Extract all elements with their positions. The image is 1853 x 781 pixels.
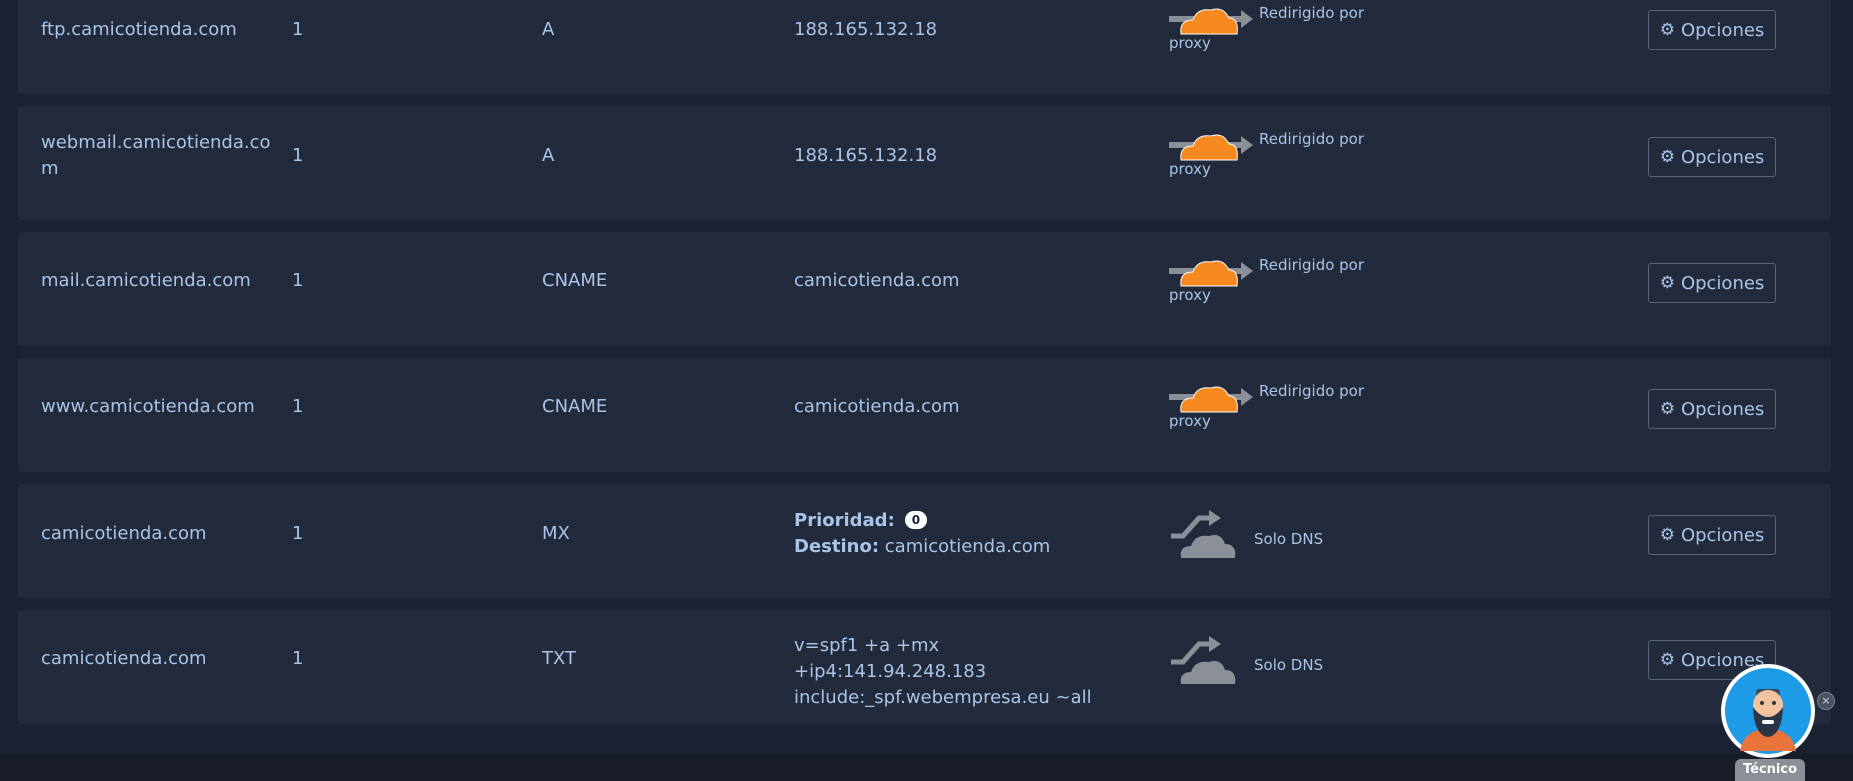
record-name: webmail.camicotienda.co m [41,132,271,179]
record-name: www.camicotienda.com [41,396,255,417]
record-ttl: 1 [292,270,304,291]
proxy-label: Redirigido por [1259,382,1365,400]
record-type: TXT [542,648,577,669]
gears-icon: ⚙ [1659,650,1675,670]
proxy-label-continued: proxy [1169,286,1211,304]
dns-only-label: Solo DNS [1254,530,1324,548]
options-button[interactable]: ⚙ Opciones [1648,137,1776,177]
dns-only-cloud-icon [1171,510,1236,558]
proxy-status[interactable]: Redirigido por proxy [1169,254,1389,314]
proxy-label-continued: proxy [1169,160,1211,178]
record-content: v=spf1 +a +mx +ip4:141.94.248.183 includ… [794,635,1092,708]
record-type: CNAME [542,270,608,291]
record-content: 188.165.132.18 [794,19,938,40]
table-row: www.camicotienda.com 1 CNAME camicotiend… [18,358,1831,472]
mx-priority-label: Prioridad: [794,510,895,531]
record-type: CNAME [542,396,608,417]
record-name: camicotienda.com [41,648,207,669]
gears-icon: ⚙ [1659,20,1675,40]
assistant-label: Técnico [1735,759,1805,781]
proxy-status[interactable]: Redirigido por proxy [1169,128,1389,188]
options-button[interactable]: ⚙ Opciones [1648,515,1776,555]
table-row: webmail.camicotienda.co m 1 A 188.165.13… [18,106,1831,220]
mx-target-label: Destino: [794,536,880,557]
gears-icon: ⚙ [1659,399,1675,419]
record-type: A [542,19,555,40]
proxy-status[interactable]: Redirigido por proxy [1169,2,1389,62]
dns-only-cloud-icon [1171,636,1236,684]
options-button[interactable]: ⚙ Opciones [1648,263,1776,303]
record-ttl: 1 [292,396,304,417]
mx-priority-badge: 0 [904,511,928,529]
close-assistant-icon[interactable]: × [1817,692,1835,710]
record-content: camicotienda.com [794,270,960,291]
table-row: camicotienda.com 1 MX Prioridad: 0 Destin… [18,484,1831,598]
record-name: ftp.camicotienda.com [41,19,237,40]
record-content: 188.165.132.18 [794,145,938,166]
record-ttl: 1 [292,19,304,40]
record-ttl: 1 [292,145,304,166]
record-name: mail.camicotienda.com [41,270,251,291]
mx-target-value: camicotienda.com [884,536,1051,557]
gears-icon: ⚙ [1659,273,1675,293]
table-row: mail.camicotienda.com 1 CNAME camicotien… [18,232,1831,346]
options-button[interactable]: ⚙ Opciones [1648,10,1776,50]
record-ttl: 1 [292,648,304,669]
proxy-status[interactable]: Solo DNS [1169,634,1389,694]
footer-band [0,754,1853,781]
record-type: A [542,145,555,166]
record-name: camicotienda.com [41,523,207,544]
proxy-label-continued: proxy [1169,412,1211,430]
bearded-technician-icon [1721,664,1815,758]
record-type: MX [542,523,570,544]
proxy-label: Redirigido por [1259,4,1365,22]
proxy-label: Redirigido por [1259,256,1365,274]
record-content: camicotienda.com [794,396,960,417]
options-button[interactable]: ⚙ Opciones [1648,389,1776,429]
table-row: camicotienda.com 1 TXT v=spf1 +a +mx +ip… [18,610,1831,724]
table-row: ftp.camicotienda.com 1 A 188.165.132.18 … [18,0,1831,94]
proxy-label: Redirigido por [1259,130,1365,148]
gears-icon: ⚙ [1659,147,1675,167]
support-assistant-avatar[interactable] [1720,663,1816,759]
proxy-status[interactable]: Solo DNS [1169,508,1389,568]
gears-icon: ⚙ [1659,525,1675,545]
record-content: Prioridad: 0 Destino: camicotienda.com [794,508,1124,560]
proxy-label-continued: proxy [1169,34,1211,52]
dns-only-label: Solo DNS [1254,656,1324,674]
record-ttl: 1 [292,523,304,544]
proxy-status[interactable]: Redirigido por proxy [1169,380,1389,440]
